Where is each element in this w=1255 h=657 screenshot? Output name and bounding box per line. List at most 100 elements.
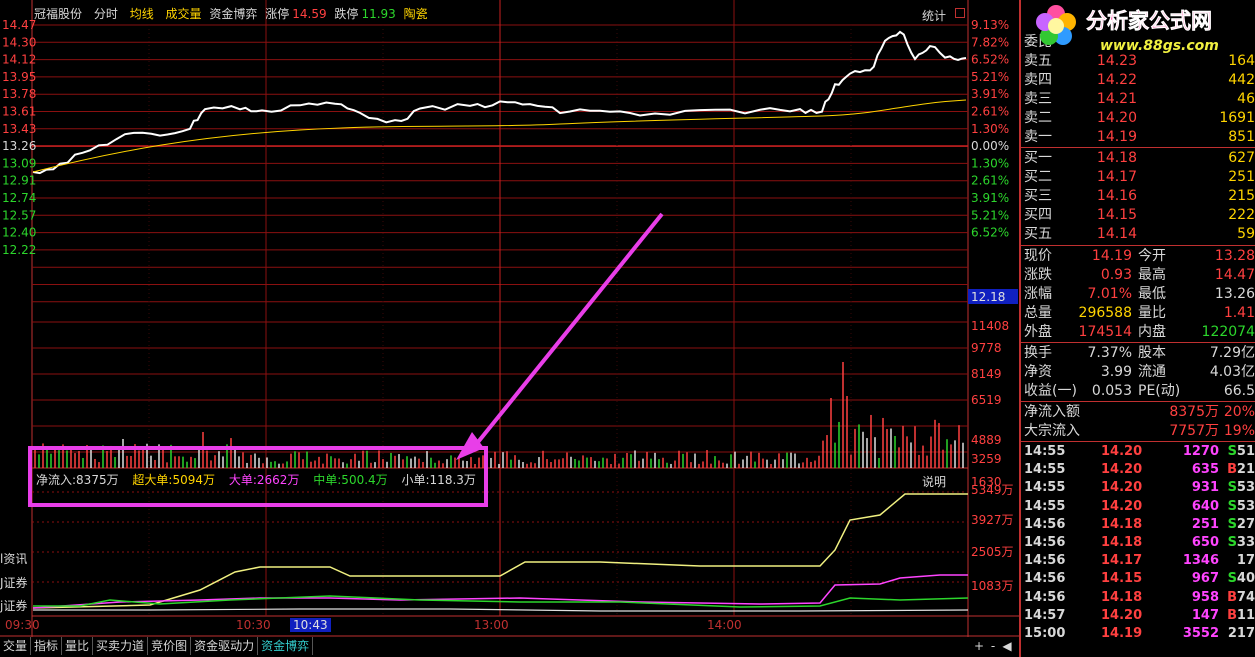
tick-price: 14.18 (1101, 516, 1143, 532)
left-clipped-label-1[interactable]: l资讯 (0, 550, 27, 567)
quote-label: 总量 (1024, 305, 1052, 321)
quote-value-2: 14.47 (1214, 267, 1255, 283)
time-label-1400: 14:00 (707, 618, 742, 632)
tick-row: 14:55 14.20 635 B 21 (1021, 461, 1255, 479)
pct-tick-label: 2.61% (971, 105, 1009, 119)
pct-tick-label: 3.91% (971, 191, 1009, 205)
tick-row: 14:56 14.18 650 S 33 (1021, 534, 1255, 552)
bid-volume: 251 (1228, 169, 1255, 185)
pct-tick-label: 5.21% (971, 208, 1009, 222)
flow-percent: 19% (1223, 423, 1255, 439)
volume-tick-label: 9778 (971, 341, 1002, 355)
pct-tick-label: 5.21% (971, 70, 1009, 84)
tick-volume: 635 (1191, 462, 1219, 478)
bid-price: 14.16 (1096, 188, 1137, 204)
tick-price: 14.18 (1101, 589, 1143, 605)
bid-row: 买二 14.17 251 (1021, 168, 1255, 187)
left-clipped-label-3[interactable]: j证券 (0, 597, 27, 614)
tab-indicator[interactable]: 指标 (31, 637, 63, 655)
quote-value: 7.01% (1087, 286, 1132, 302)
tick-time: 14:55 (1024, 480, 1066, 496)
fundamental-label-2: 股本 (1138, 345, 1166, 361)
quote-value: 296588 (1078, 305, 1132, 321)
flow-separator (1021, 401, 1255, 402)
sector-name[interactable]: 陶瓷 (404, 7, 428, 21)
fundamental-label-2: PE(动) (1138, 383, 1181, 399)
quote-label: 涨幅 (1024, 286, 1052, 302)
tab-fund-drive[interactable]: 资金驱动力 (191, 637, 259, 655)
ask-label: 卖一 (1024, 129, 1052, 145)
tab-volume[interactable]: 交量 (0, 637, 32, 655)
header-item-junxian[interactable]: 均线 (130, 7, 154, 21)
bid-price: 14.15 (1096, 207, 1137, 223)
close-icon[interactable] (955, 8, 965, 18)
price-tick-label: 13.61 (2, 105, 36, 119)
tick-row: 14:56 14.15 967 S 40 (1021, 570, 1255, 588)
explain-button[interactable]: 说明 (922, 473, 946, 490)
ask-row: 卖一 14.19 851 (1021, 128, 1255, 147)
tab-volume-ratio[interactable]: 量比 (62, 637, 94, 655)
quote-label: 涨跌 (1024, 267, 1052, 283)
fundamental-label-2: 流通 (1138, 364, 1166, 380)
bid-label: 买五 (1024, 226, 1052, 242)
flow-row: 净流入额 8375万 20% (1021, 403, 1255, 422)
limit-down-label: 跌停 (334, 7, 359, 21)
tick-price: 14.20 (1101, 444, 1143, 459)
tick-side: S (1227, 498, 1237, 514)
scroll-left-icon[interactable]: ◀ (1000, 637, 1014, 655)
tick-row: 14:55 14.20 931 S 53 (1021, 479, 1255, 497)
tick-volume: 650 (1191, 535, 1219, 550)
tick-price: 14.20 (1101, 480, 1143, 496)
quote-value: 174514 (1078, 324, 1132, 340)
flow-label: 净流入额 (1024, 404, 1080, 420)
quote-value-2: 13.28 (1214, 248, 1255, 264)
stats-button[interactable]: 统计 (922, 7, 946, 24)
tick-volume: 1270 (1182, 444, 1219, 459)
left-clipped-label-2[interactable]: J证券 (0, 574, 28, 591)
fundamental-value: 0.053 (1091, 383, 1132, 399)
flow-tick-label: 1083万 (971, 579, 1014, 593)
tab-fund-game[interactable]: 资金博弈 (258, 637, 314, 655)
tick-time: 14:55 (1024, 444, 1066, 459)
fundamental-value: 7.37% (1087, 345, 1132, 361)
zoom-in-button[interactable]: + (972, 637, 986, 655)
price-tick-label: 13.09 (2, 156, 36, 170)
bid-volume: 215 (1228, 188, 1255, 204)
bid-volume: 59 (1237, 226, 1255, 242)
fundamental-value-2: 7.29亿 (1209, 345, 1255, 361)
limit-up-label: 涨停 (265, 7, 290, 21)
header-item-fenshi[interactable]: 分时 (94, 7, 118, 21)
volume-axis-right: 12.1811408977881496519488932591630 (968, 289, 1018, 489)
header-item-fund-game[interactable]: 资金博弈 (209, 7, 257, 21)
flow-value: 7757万 (1169, 423, 1219, 439)
fundamental-value-2: 66.5 (1223, 383, 1255, 399)
fund-separator (1021, 342, 1255, 343)
ask-price: 14.20 (1096, 110, 1137, 126)
tick-volume: 958 (1191, 589, 1219, 605)
cursor-time: 10:43 (290, 618, 331, 632)
tick-side: S (1227, 535, 1237, 550)
intraday-chart[interactable]: 14.47 14.30 14.12 13.95 13.78 13.61 13.43 13.26… (0, 0, 1019, 637)
ask-row: 卖三 14.21 46 (1021, 90, 1255, 109)
pct-tick-label: 6.52% (971, 53, 1009, 67)
fundamental-value: 3.99 (1100, 364, 1132, 380)
tick-count: 17 (1236, 553, 1255, 569)
bid-price: 14.18 (1096, 150, 1137, 166)
zoom-out-button[interactable]: - (986, 637, 1000, 655)
tick-row: 14:56 14.17 1346 17 (1021, 552, 1255, 570)
tick-volume: 967 (1191, 571, 1219, 587)
price-cursor-label: 12.18 (971, 290, 1005, 304)
tab-auction[interactable]: 竞价图 (148, 637, 192, 655)
tab-buy-sell-force[interactable]: 买卖力道 (93, 637, 149, 655)
logo-title: 分析家公式网 (1086, 9, 1212, 33)
tick-row: 15:00 14.19 3552 217 (1021, 625, 1255, 643)
ask-label: 卖三 (1024, 91, 1052, 107)
fundamental-row: 收益(一) 0.053 PE(动) 66.5 (1021, 382, 1255, 401)
pct-axis-right: 9.13% 7.82% 6.52% 5.21% 3.91% 2.61% 1.30% 0.00%… (971, 18, 1009, 240)
bid-volume: 222 (1228, 207, 1255, 223)
limit-down-value: 11.93 (361, 7, 396, 21)
bid-price: 14.14 (1096, 226, 1137, 242)
header-item-volume[interactable]: 成交量 (166, 7, 202, 21)
tick-count: 27 (1236, 516, 1255, 532)
quote-row: 总量 296588 量比 1.41 (1021, 304, 1255, 323)
